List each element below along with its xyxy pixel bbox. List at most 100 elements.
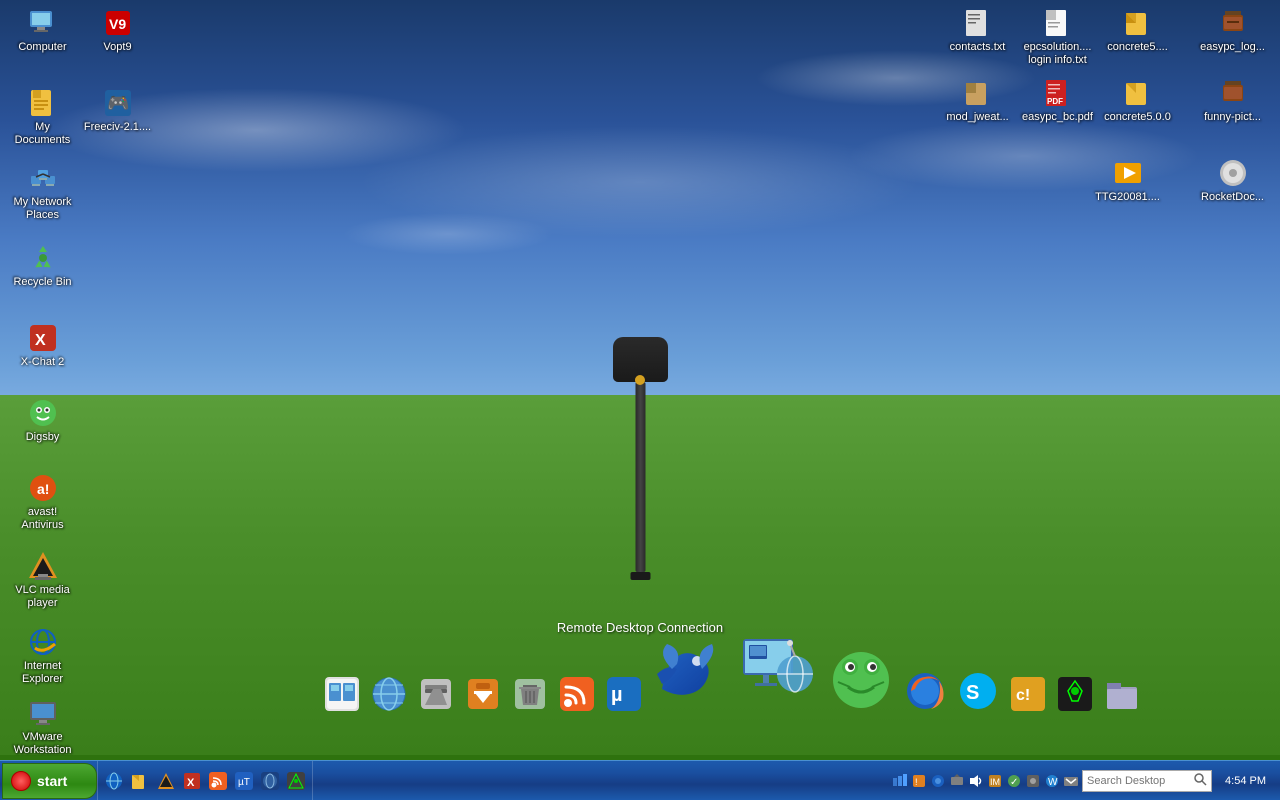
start-label: start	[37, 773, 67, 789]
ql-icon-1[interactable]	[102, 769, 126, 793]
easypc-bc-label: easypc_bc.pdf	[1022, 111, 1093, 124]
icon-easypc-bc[interactable]: PDF easypc_bc.pdf	[1020, 75, 1095, 126]
ie-label: Internet Explorer	[7, 660, 78, 686]
rocketdoc-label: RocketDoc...	[1201, 191, 1264, 204]
vlc-label: VLC media player	[7, 584, 78, 610]
dock-icon-rss[interactable]	[555, 672, 599, 716]
tray-icon-3[interactable]	[949, 773, 965, 789]
tray-icon-5[interactable]: ✓	[1006, 773, 1022, 789]
icon-concrete5[interactable]: concrete5....	[1100, 5, 1175, 56]
icon-digsby[interactable]: Digsby	[5, 395, 80, 446]
icon-easypc-log[interactable]: easypc_log...	[1195, 5, 1270, 56]
ql-icon-4[interactable]: X	[180, 769, 204, 793]
icon-xchat[interactable]: X X-Chat 2	[5, 320, 80, 371]
contacts-icon	[962, 7, 994, 39]
tray-icon-1[interactable]: !	[911, 773, 927, 789]
dock-icon-firefox[interactable]	[900, 666, 950, 716]
icon-epcsolution[interactable]: epcsolution.... login info.txt	[1020, 5, 1095, 69]
tray-icon-4[interactable]: IM	[987, 773, 1003, 789]
street-lamp	[613, 337, 668, 580]
dock-icon-recycle[interactable]	[508, 672, 552, 716]
search-box[interactable]	[1082, 770, 1212, 792]
vopt9-icon: V9	[102, 7, 134, 39]
ql-icon-5[interactable]	[206, 769, 230, 793]
icon-vmware[interactable]: VMware Workstation	[5, 695, 80, 759]
easypc-log-label: easypc_log...	[1200, 41, 1265, 54]
freeciv-label: Freeciv-2.1....	[84, 121, 151, 134]
my-network-icon	[27, 162, 59, 194]
tray-icon-volume[interactable]	[968, 773, 984, 789]
svg-text:µT: µT	[238, 777, 250, 788]
taskbar: start	[0, 760, 1280, 800]
svg-text:X: X	[187, 777, 195, 789]
svg-text:S: S	[966, 682, 979, 704]
tray-icon-6[interactable]	[1025, 773, 1041, 789]
taskbar-middle	[313, 761, 884, 800]
dock-icon-skype[interactable]: S	[953, 666, 1003, 716]
dock-icon-network[interactable]	[367, 672, 411, 716]
ql-icon-7[interactable]	[258, 769, 282, 793]
icon-concrete500[interactable]: concrete5.0.0	[1100, 75, 1175, 126]
svg-text:✓: ✓	[1010, 777, 1018, 788]
dock-icon-files[interactable]	[1100, 672, 1144, 716]
icon-my-network[interactable]: My Network Places	[5, 160, 80, 224]
my-computer-icon	[27, 7, 59, 39]
recycle-bin-label: Recycle Bin	[13, 276, 71, 289]
ql-icon-3[interactable]	[154, 769, 178, 793]
icon-vopt9[interactable]: V9 Vopt9	[80, 5, 155, 56]
vmware-icon	[27, 697, 59, 729]
icon-vlc[interactable]: VLC media player	[5, 548, 80, 612]
ql-icon-6[interactable]: µT	[232, 769, 256, 793]
concrete500-label: concrete5.0.0	[1104, 111, 1171, 124]
ql-icon-2[interactable]	[128, 769, 152, 793]
start-button[interactable]: start	[2, 763, 97, 799]
dock-icon-tools[interactable]	[414, 672, 458, 716]
tray-icon-2[interactable]	[930, 773, 946, 789]
dock-icon-finder[interactable]	[320, 672, 364, 716]
ttg-label: TTG20081....	[1095, 191, 1160, 204]
dock-icon-alienware[interactable]	[1053, 672, 1097, 716]
vmware-label: VMware Workstation	[7, 731, 78, 757]
tray-icon-network[interactable]	[892, 773, 908, 789]
icon-mod-jweat[interactable]: mod_jweat...	[940, 75, 1015, 126]
icon-ttg[interactable]: TTG20081....	[1090, 155, 1165, 206]
icon-internet-explorer[interactable]: Internet Explorer	[5, 624, 80, 688]
icon-funny-pict[interactable]: funny-pict...	[1195, 75, 1270, 126]
funny-pict-label: funny-pict...	[1204, 111, 1261, 124]
tray-icon-8[interactable]	[1063, 773, 1079, 789]
quick-launch-area: X µT	[97, 761, 313, 800]
dock-icon-getdeb[interactable]	[461, 672, 505, 716]
vopt9-label: Vopt9	[103, 41, 131, 54]
icon-my-documents[interactable]: My Documents	[5, 85, 80, 149]
ttg-icon	[1112, 157, 1144, 189]
icon-my-computer[interactable]: Computer	[5, 5, 80, 56]
icon-recycle-bin[interactable]: Recycle Bin	[5, 240, 80, 291]
easypc-log-icon	[1217, 7, 1249, 39]
digsby-icon	[27, 397, 59, 429]
svg-text:µ: µ	[611, 684, 623, 706]
dock-icon-chitchat[interactable]: c!	[1006, 672, 1050, 716]
digsby-label: Digsby	[26, 431, 60, 444]
tray-icon-7[interactable]: W	[1044, 773, 1060, 789]
xchat-icon: X	[27, 322, 59, 354]
icon-contacts[interactable]: contacts.txt	[940, 5, 1015, 56]
vlc-icon	[27, 550, 59, 582]
svg-text:X: X	[35, 332, 46, 349]
dock-icon-utorrent[interactable]: µ	[602, 672, 646, 716]
funny-pict-icon	[1217, 77, 1249, 109]
icon-avast[interactable]: a! avast! Antivirus	[5, 470, 80, 534]
svg-text:c!: c!	[1016, 687, 1030, 704]
ql-icon-8[interactable]	[284, 769, 308, 793]
dock-icon-frogger[interactable]	[825, 644, 897, 716]
search-button[interactable]	[1193, 772, 1207, 789]
dock-icon-rdp-computer[interactable]	[732, 626, 822, 716]
start-orb	[11, 771, 31, 791]
system-clock[interactable]: 4:54 PM	[1219, 775, 1272, 787]
ie-icon	[27, 626, 59, 658]
concrete500-icon	[1122, 77, 1154, 109]
icon-rocketdoc[interactable]: RocketDoc...	[1195, 155, 1270, 206]
search-input[interactable]	[1087, 775, 1193, 787]
concrete5-label: concrete5....	[1107, 41, 1168, 54]
icon-freeciv[interactable]: 🎮 Freeciv-2.1....	[80, 85, 155, 136]
dock-icon-rdp-bird[interactable]	[649, 636, 729, 716]
